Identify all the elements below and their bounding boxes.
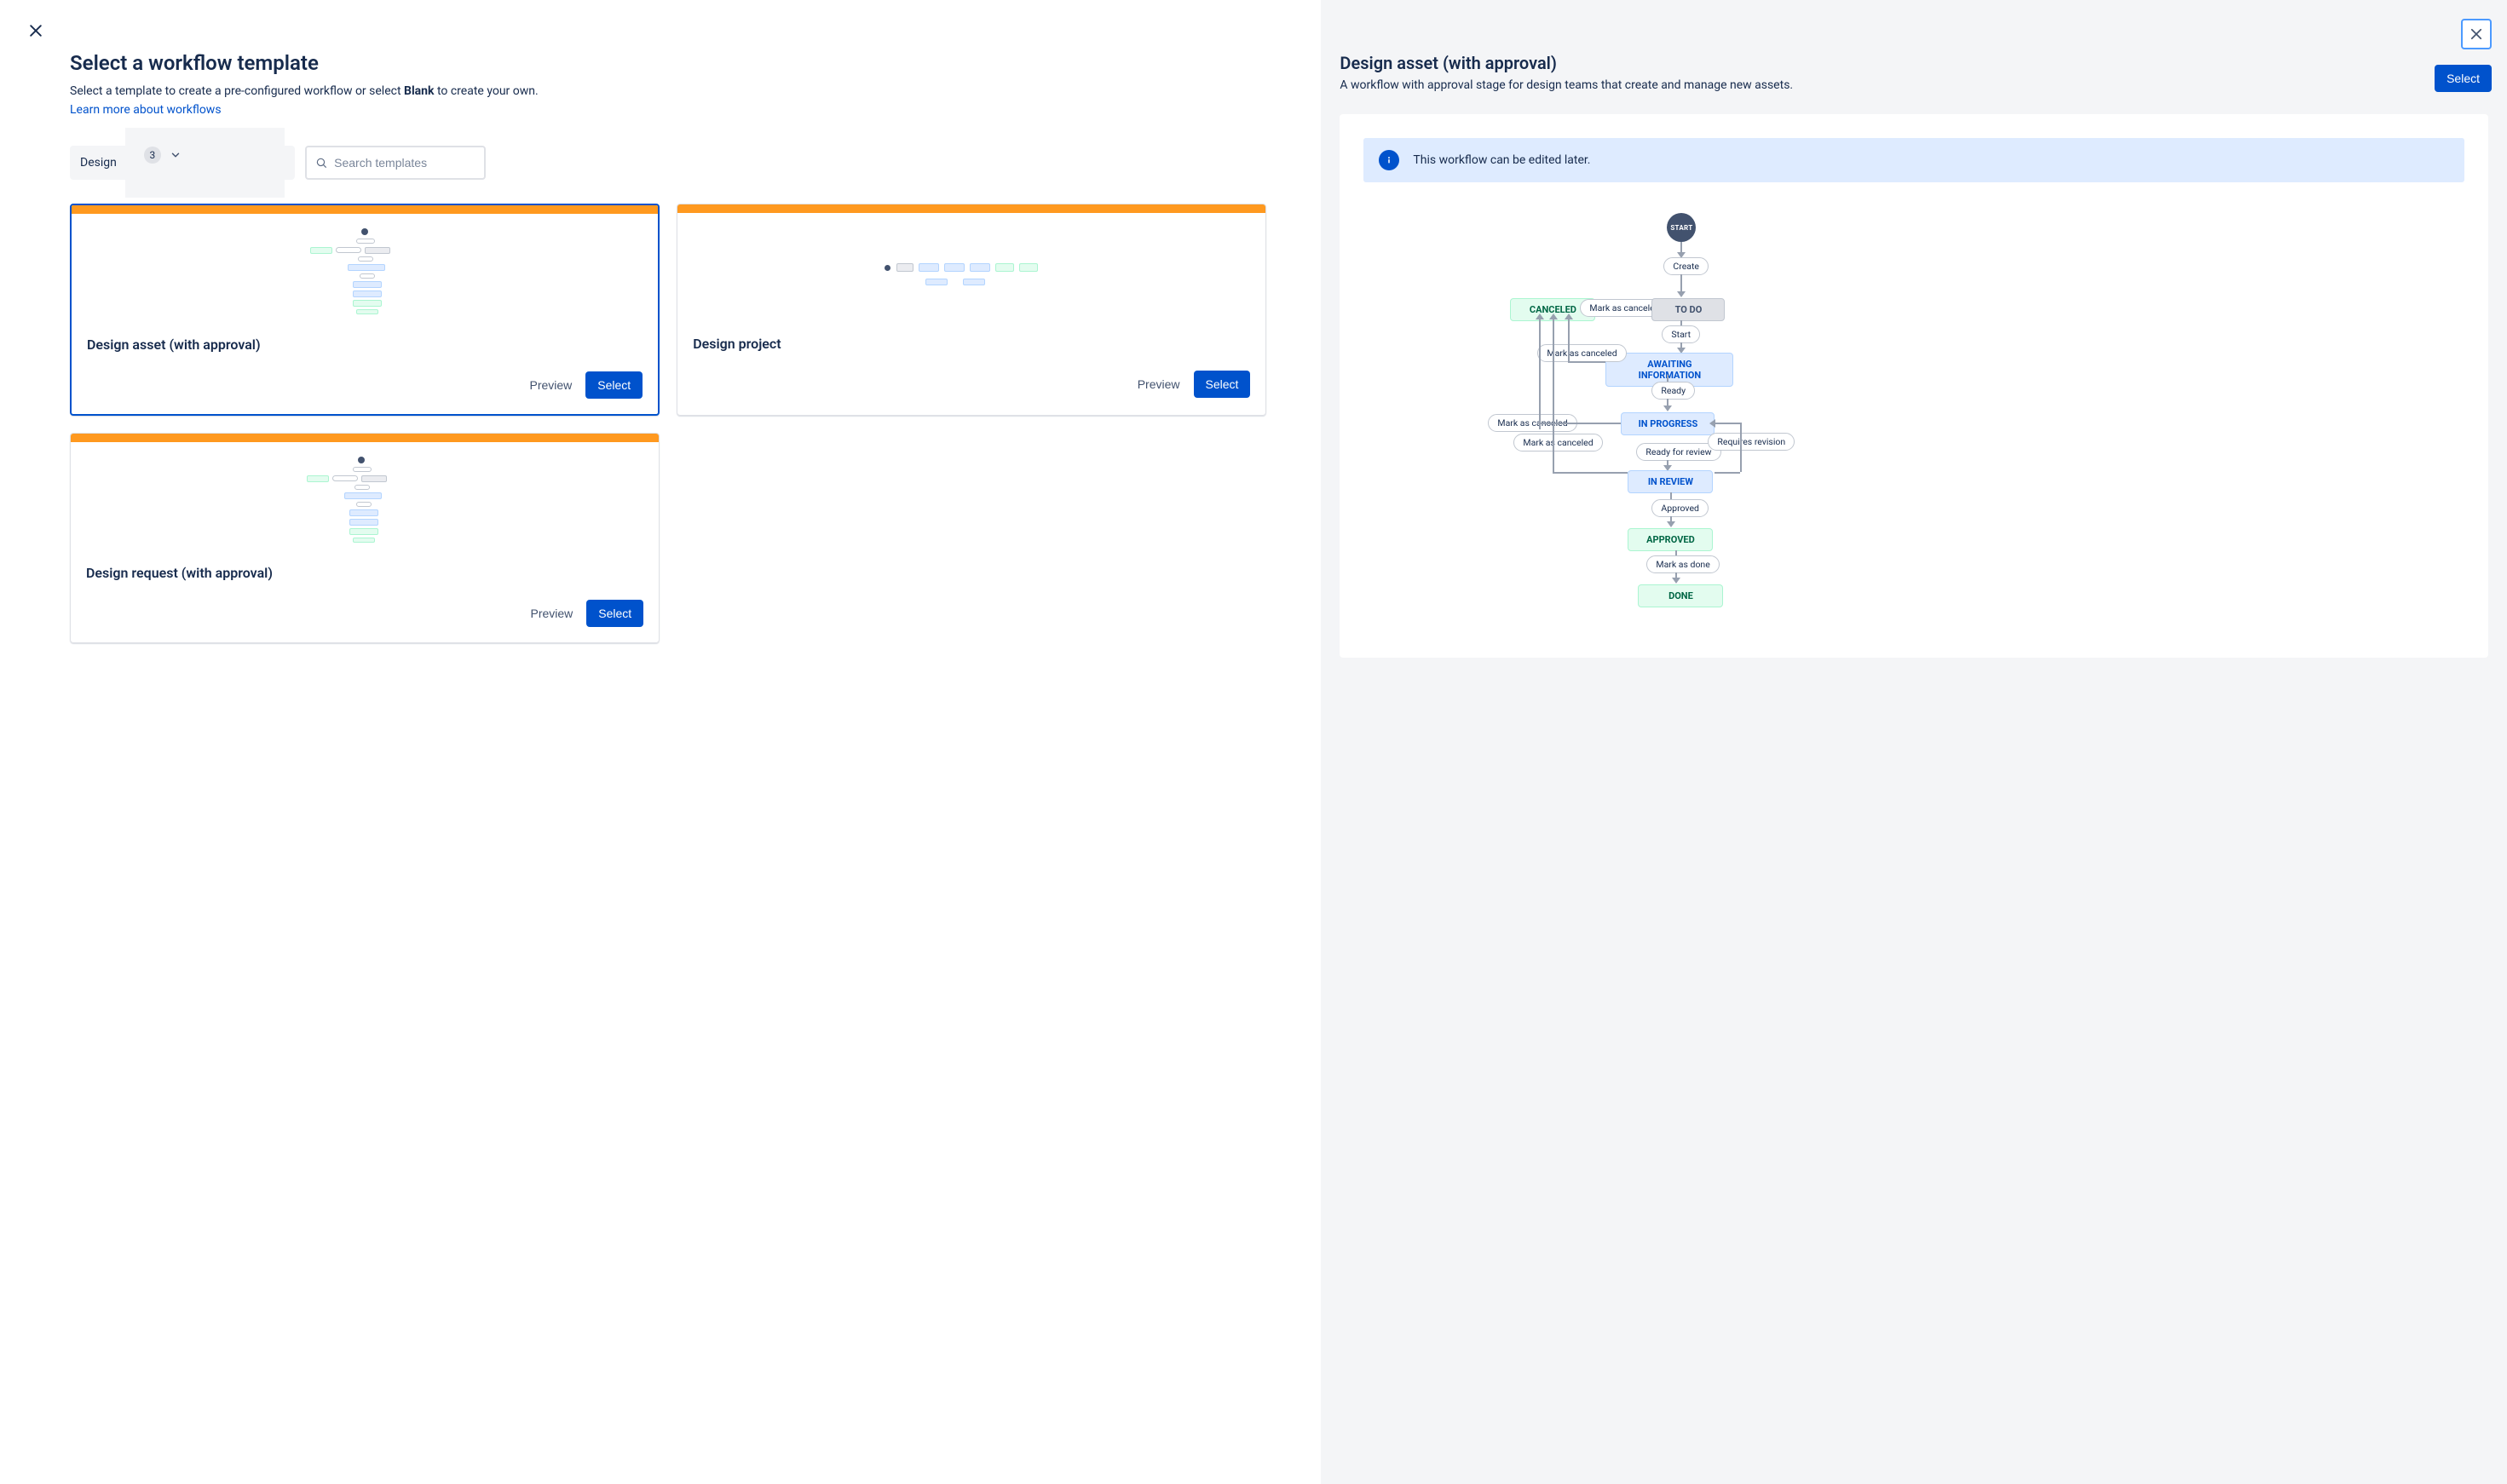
status-done: DONE [1638, 584, 1723, 607]
right-panel: Design asset (with approval) Select A wo… [1321, 0, 2507, 1484]
filter-dropdown[interactable]: Design 3 [70, 146, 295, 180]
preview-button[interactable]: Preview [1129, 371, 1189, 398]
preview-button[interactable]: Preview [521, 371, 580, 399]
preview-button[interactable]: Preview [522, 600, 581, 627]
card-thumbnail [677, 213, 1265, 324]
transition-start: Start [1662, 325, 1700, 343]
transition-mark-canceled: Mark as canceled [1513, 434, 1602, 452]
transition-ready: Ready [1651, 382, 1695, 400]
page-title: Select a workflow template [70, 51, 1266, 75]
filter-label: Design [80, 156, 117, 170]
status-in-review: IN REVIEW [1628, 470, 1713, 493]
transition-mark-canceled: Mark as canceled [1537, 344, 1626, 362]
page-description: Select a template to create a pre-config… [70, 83, 1266, 118]
close-button[interactable] [20, 15, 51, 46]
chevron-down-icon [170, 149, 182, 161]
search-input[interactable] [334, 156, 475, 170]
close-icon [2469, 26, 2484, 42]
card-accent-bar [72, 205, 658, 214]
template-cards: Design asset (with approval) Preview Sel… [70, 204, 1266, 643]
search-icon [315, 156, 327, 170]
info-icon [1379, 150, 1399, 170]
filter-count-badge: 3 [144, 147, 161, 164]
info-banner: This workflow can be edited later. [1363, 138, 2464, 182]
preview-panel: This workflow can be edited later. START… [1340, 114, 2488, 658]
left-panel: Select a workflow template Select a temp… [0, 0, 1321, 1484]
learn-more-link[interactable]: Learn more about workflows [70, 102, 222, 119]
select-button[interactable]: Select [585, 371, 643, 399]
template-card[interactable]: Design project Preview Select [677, 204, 1266, 416]
status-todo: TO DO [1651, 298, 1725, 321]
preview-title: Design asset (with approval) [1340, 53, 1556, 73]
close-preview-button[interactable] [2461, 19, 2492, 49]
workflow-start-node: START [1667, 213, 1696, 242]
card-title: Design request (with approval) [86, 565, 643, 581]
workflow-diagram: START Create CANCELED Mark as canceled T… [1363, 208, 2464, 634]
card-title: Design project [693, 336, 1250, 352]
card-accent-bar [71, 434, 659, 442]
card-thumbnail [72, 214, 658, 325]
card-title: Design asset (with approval) [87, 336, 643, 353]
search-box[interactable] [305, 146, 486, 180]
transition-requires-revision: Requires revision [1708, 433, 1795, 451]
info-banner-text: This workflow can be edited later. [1413, 153, 1590, 167]
template-card[interactable]: Design request (with approval) Preview S… [70, 433, 660, 643]
status-approved: APPROVED [1628, 528, 1713, 551]
transition-create: Create [1663, 257, 1709, 275]
select-button[interactable]: Select [586, 600, 643, 627]
close-icon [27, 22, 44, 39]
transition-mark-done: Mark as done [1646, 555, 1719, 573]
template-card[interactable]: Design asset (with approval) Preview Sel… [70, 204, 660, 416]
preview-description: A workflow with approval stage for desig… [1340, 78, 2488, 92]
card-accent-bar [677, 204, 1265, 213]
transition-approved: Approved [1651, 499, 1709, 517]
status-in-progress: IN PROGRESS [1621, 412, 1715, 435]
card-thumbnail [71, 442, 659, 553]
select-button[interactable]: Select [1194, 371, 1251, 398]
preview-select-button[interactable]: Select [2435, 65, 2492, 92]
